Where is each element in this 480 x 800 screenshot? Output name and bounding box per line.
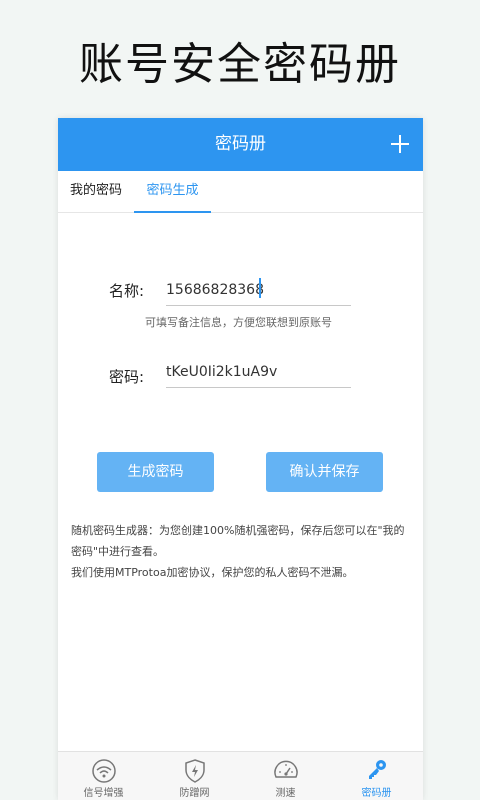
name-label: 名称: bbox=[109, 282, 145, 300]
nav-speed-test[interactable]: 测速 bbox=[240, 752, 331, 800]
tab-my-passwords[interactable]: 我的密码 bbox=[58, 171, 134, 212]
speedometer-icon bbox=[273, 760, 298, 778]
key-icon bbox=[368, 760, 386, 779]
nav-label-speed-test: 测速 bbox=[275, 788, 296, 799]
nav-label-password-book: 密码册 bbox=[361, 788, 392, 799]
promo-headline: 账号安全密码册 bbox=[79, 39, 401, 90]
password-label: 密码: bbox=[109, 368, 145, 386]
confirm-save-button[interactable]: 确认并保存 bbox=[266, 452, 383, 492]
app-bar: 密码册 bbox=[58, 118, 423, 171]
password-input[interactable] bbox=[166, 361, 351, 388]
generate-password-button[interactable]: 生成密码 bbox=[97, 452, 214, 492]
description-line-1: 随机密码生成器：为您创建100%随机强密码，保存后您可以在"我的 bbox=[71, 524, 405, 537]
description-line-3: 我们使用MTProtoa加密协议，保护您的私人密码不泄漏。 bbox=[71, 566, 354, 579]
bottom-nav: 信号增强 防蹭网 测速 密码册 bbox=[58, 751, 423, 800]
wifi-signal-icon bbox=[91, 759, 116, 783]
nav-label-signal-boost: 信号增强 bbox=[83, 788, 124, 799]
app-screen: 密码册 我的密码 密码生成 名称: 可填写备注信息，方便您联想到原账号 密码: … bbox=[58, 118, 423, 800]
nav-anti-leech[interactable]: 防蹭网 bbox=[149, 752, 240, 800]
tab-bar: 我的密码 密码生成 bbox=[58, 171, 423, 213]
shield-bolt-icon bbox=[184, 759, 205, 783]
app-title: 密码册 bbox=[215, 134, 266, 154]
nav-label-anti-leech: 防蹭网 bbox=[179, 788, 210, 799]
text-cursor bbox=[259, 278, 261, 298]
name-hint: 可填写备注信息，方便您联想到原账号 bbox=[145, 316, 332, 329]
nav-password-book[interactable]: 密码册 bbox=[331, 752, 422, 800]
description-line-2: 密码"中进行查看。 bbox=[71, 545, 165, 558]
generator-description: 随机密码生成器：为您创建100%随机强密码，保存后您可以在"我的 密码"中进行查… bbox=[71, 520, 416, 583]
tab-password-generator[interactable]: 密码生成 bbox=[134, 171, 211, 213]
plus-icon[interactable] bbox=[387, 131, 413, 157]
nav-signal-boost[interactable]: 信号增强 bbox=[58, 752, 149, 800]
